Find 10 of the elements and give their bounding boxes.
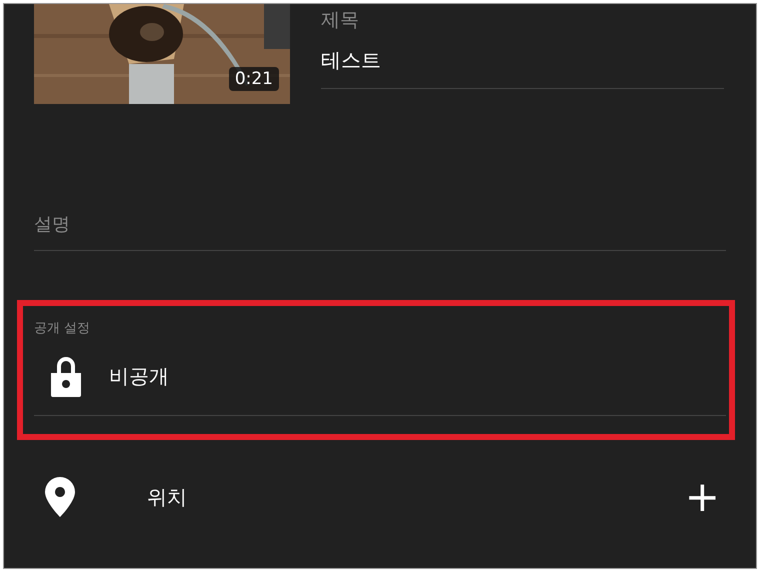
description-field[interactable]: 설명 — [34, 212, 726, 251]
video-duration: 0:21 — [228, 67, 279, 91]
lock-icon — [49, 355, 83, 397]
title-label: 제목 — [321, 8, 359, 33]
location-label[interactable]: 위치 — [147, 484, 187, 510]
privacy-option[interactable]: 비공개 — [34, 337, 726, 416]
title-field[interactable]: 테스트 — [321, 33, 724, 89]
add-location-button[interactable]: + — [678, 476, 726, 518]
location-pin-icon — [44, 477, 76, 517]
privacy-label: 공개 설정 — [34, 320, 90, 337]
